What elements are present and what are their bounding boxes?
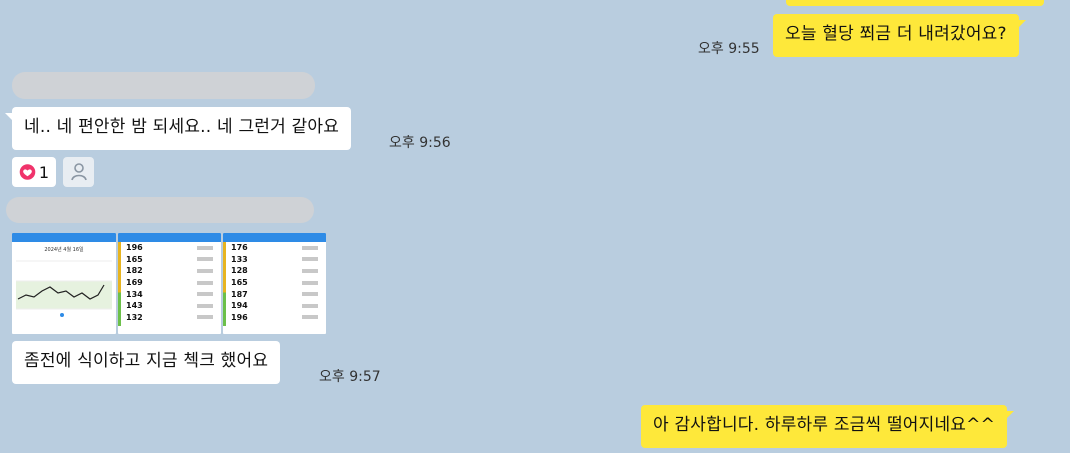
message-time: 오후 9:56: [389, 135, 451, 151]
reading-value: 165: [231, 278, 248, 288]
message-bubble-other[interactable]: 좀전에 식이하고 지금 첵크 했어요: [12, 341, 281, 384]
message-time: 오후 9:55: [698, 41, 760, 57]
photo-thumbnail[interactable]: 176 133 128 165 187 194 196: [223, 233, 326, 334]
reading-value: 176: [231, 243, 248, 253]
reading-value: 132: [126, 312, 143, 322]
message-text: 좀전에 식이하고 지금 첵크 했어요: [24, 351, 269, 371]
glucose-trend-chart: [16, 260, 112, 317]
reading-value: 169: [126, 278, 143, 288]
message-bubble-other[interactable]: 네.. 네 편안한 밤 되세요.. 네 그런거 같아요: [4, 107, 352, 150]
reaction-count: 1: [38, 162, 50, 182]
message-bubble-me[interactable]: 아 감사합니다. 하루하루 조금씩 떨어지네요^^: [641, 405, 1015, 448]
sender-name-blurred: [12, 72, 315, 99]
photo-attachment[interactable]: 2024년 4월 16일 196 165 182 169 134 143 132…: [12, 233, 326, 334]
message-text: 아 감사합니다. 하루하루 조금씩 떨어지네요^^: [653, 415, 996, 435]
reaction-heart-button[interactable]: 1: [12, 157, 56, 187]
message-bubble-me[interactable]: 오늘 혈당 쬐금 더 내려갔어요?: [773, 14, 1026, 57]
reading-value: 194: [231, 301, 248, 311]
reading-value: 196: [126, 243, 143, 253]
reading-value: 196: [231, 312, 248, 322]
photo-thumbnail[interactable]: 196 165 182 169 134 143 132: [118, 233, 221, 334]
sender-name-blurred: [6, 197, 314, 223]
photo-thumbnail[interactable]: 2024년 4월 16일: [12, 233, 116, 334]
reading-value: 128: [231, 266, 248, 276]
reading-value: 133: [231, 254, 248, 264]
reading-value: 182: [126, 266, 143, 276]
person-icon: [70, 163, 87, 181]
reading-value: 143: [126, 301, 143, 311]
reaction-profile-button[interactable]: [63, 157, 94, 187]
previous-message-bubble[interactable]: [786, 0, 1044, 6]
heart-icon: [19, 164, 36, 180]
reading-value: 165: [126, 254, 143, 264]
message-time: 오후 9:57: [319, 369, 381, 385]
message-text: 오늘 혈당 쬐금 더 내려갔어요?: [785, 24, 1007, 44]
reading-value: 187: [231, 289, 248, 299]
reading-value: 134: [126, 289, 143, 299]
message-text: 네.. 네 편안한 밤 되세요.. 네 그런거 같아요: [24, 117, 340, 137]
